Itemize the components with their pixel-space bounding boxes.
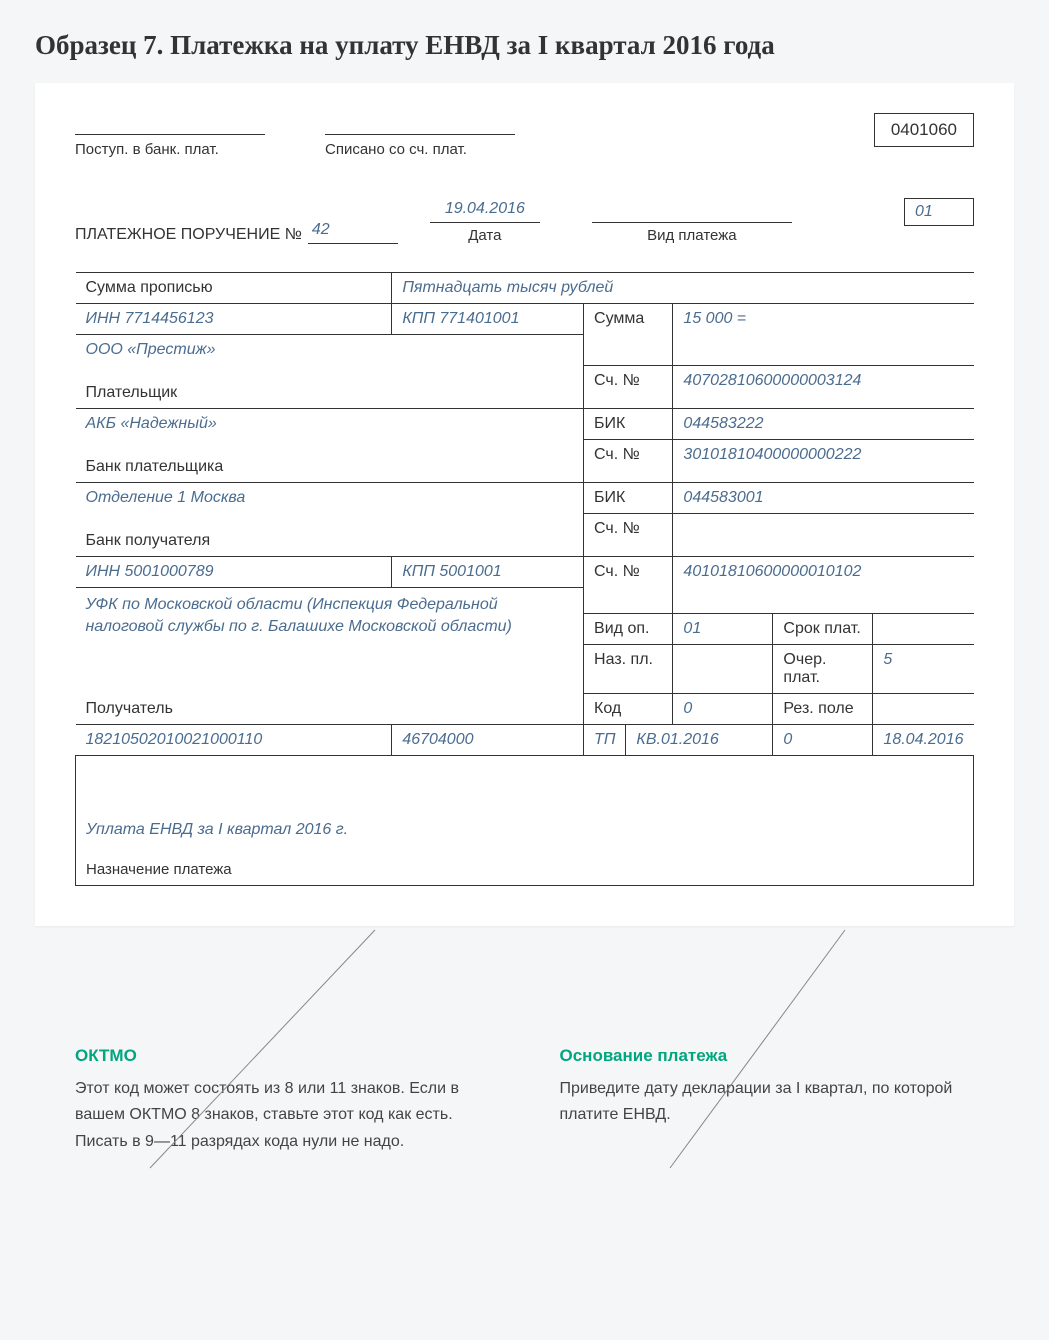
tp-value: ТП <box>584 724 626 755</box>
kod-label: Код <box>584 693 673 724</box>
order-number: 42 <box>308 221 398 244</box>
anno-oktmo-title: ОКТМО <box>75 1046 490 1066</box>
written-off-label: Списано со сч. плат. <box>325 141 515 158</box>
payer-bank-acc-label: Сч. № <box>584 439 673 470</box>
recip-bank-label: Банк получателя <box>76 513 584 556</box>
purpose-value: Уплата ЕНВД за I квартал 2016 г. <box>76 815 974 845</box>
main-table: Сумма прописью Пятнадцать тысяч рублей И… <box>75 272 974 886</box>
recip-name: УФК по Московской области (Инспекция Фед… <box>76 587 584 644</box>
bank-in-field <box>75 113 265 135</box>
ocher-label: Очер. плат. <box>773 644 873 693</box>
period-value: КВ.01.2016 <box>626 724 773 755</box>
oktmo-value: 46704000 <box>392 724 584 755</box>
recip-kpp: КПП 5001001 <box>392 556 584 587</box>
annotation-basis: Основание платежа Приведите дату деклара… <box>560 1046 975 1155</box>
form-code: 0401060 <box>874 113 974 147</box>
vid-op-value: 01 <box>673 613 773 644</box>
payer-name: ООО «Престиж» <box>76 335 584 366</box>
payer-acc-label: Сч. № <box>584 365 673 396</box>
order-date: 19.04.2016 <box>430 200 540 223</box>
payer-inn: ИНН 7714456123 <box>76 304 392 335</box>
recip-bank-bik-value: 044583001 <box>673 482 974 513</box>
recip-bank-name: Отделение 1 Москва <box>76 482 584 513</box>
date-label: Дата <box>468 227 501 244</box>
payment-type-label: Вид платежа <box>647 227 736 244</box>
anno-basis-title: Основание платежа <box>560 1046 975 1066</box>
payment-type-field <box>592 201 792 223</box>
vid-op-label: Вид оп. <box>584 613 673 644</box>
doc-no-value: 0 <box>773 724 873 755</box>
payer-kpp: КПП 771401001 <box>392 304 584 335</box>
payer-row-label: Плательщик <box>76 365 584 408</box>
sum-words-label: Сумма прописью <box>76 273 392 304</box>
rez-label: Рез. поле <box>773 693 873 724</box>
order-label: ПЛАТЕЖНОЕ ПОРУЧЕНИЕ № <box>75 226 302 244</box>
recip-bank-bik-label: БИК <box>584 482 673 513</box>
srok-label: Срок плат. <box>773 613 873 644</box>
payer-acc-value: 40702810600000003124 <box>673 365 974 396</box>
payment-form: Поступ. в банк. плат. Списано со сч. пла… <box>35 83 1014 926</box>
bank-in-label: Поступ. в банк. плат. <box>75 141 265 158</box>
anno-basis-text: Приведите дату декларации за I квартал, … <box>560 1076 975 1129</box>
sum-words-value: Пятнадцать тысяч рублей <box>392 273 974 304</box>
annotation-oktmo: ОКТМО Этот код может состоять из 8 или 1… <box>75 1046 490 1155</box>
kbk-value: 18210502010021000110 <box>76 724 392 755</box>
recip-inn: ИНН 5001000789 <box>76 556 392 587</box>
recip-bank-acc-label: Сч. № <box>584 513 673 544</box>
kod-value: 0 <box>673 693 773 724</box>
ocher-value: 5 <box>873 644 974 693</box>
payer-bank-bik-value: 044583222 <box>673 408 974 439</box>
anno-oktmo-text: Этот код может состоять из 8 или 11 знак… <box>75 1076 490 1155</box>
naz-pl-label: Наз. пл. <box>584 644 673 693</box>
recip-acc-value: 40101810600000010102 <box>673 556 974 587</box>
payer-bank-bik-label: БИК <box>584 408 673 439</box>
sum-label: Сумма <box>584 304 673 335</box>
payer-bank-acc-value: 30101810400000000222 <box>673 439 974 470</box>
recip-row-label: Получатель <box>76 644 584 724</box>
doc-date-value: 18.04.2016 <box>873 724 974 755</box>
payer-bank-label: Банк плательщика <box>76 439 584 482</box>
purpose-label: Назначение платежа <box>86 861 232 878</box>
payer-bank-name: АКБ «Надежный» <box>76 408 584 439</box>
page-title: Образец 7. Платежка на уплату ЕНВД за I … <box>35 30 1014 61</box>
recip-acc-label: Сч. № <box>584 556 673 587</box>
status-box: 01 <box>904 198 974 226</box>
sum-value: 15 000 = <box>673 304 974 335</box>
written-off-field <box>325 113 515 135</box>
